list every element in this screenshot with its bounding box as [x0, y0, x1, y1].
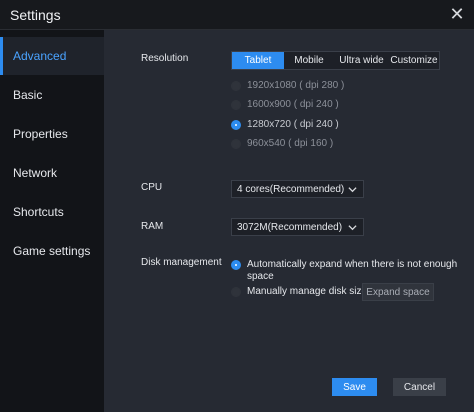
window-title: Settings [10, 7, 61, 23]
sidebar-item-shortcuts[interactable]: Shortcuts [0, 193, 104, 231]
disk-auto-expand-line2: space [247, 271, 274, 282]
ram-label: RAM [141, 221, 164, 232]
resolution-option-1280x720[interactable]: 1280x720 ( dpi 240 ) [231, 119, 339, 130]
resolution-option-960x540[interactable]: 960x540 ( dpi 160 ) [231, 138, 333, 149]
sidebar-item-basic[interactable]: Basic [0, 76, 104, 114]
disk-auto-expand-option[interactable]: Automatically expand when there is not e… [231, 259, 457, 283]
sidebar-item-label: Shortcuts [13, 205, 64, 219]
sidebar-item-game-settings[interactable]: Game settings [0, 232, 104, 270]
sidebar-item-label: Game settings [13, 244, 91, 258]
sidebar: Advanced Basic Properties Network Shortc… [0, 30, 104, 412]
ram-value: 3072M(Recommended) [237, 221, 343, 233]
radio-button-selected[interactable] [231, 260, 241, 270]
sidebar-item-properties[interactable]: Properties [0, 115, 104, 153]
disk-manual-label: Manually manage disk size [247, 286, 368, 297]
radio-button-selected[interactable] [231, 119, 241, 130]
radio-button[interactable] [231, 80, 241, 91]
tab-customize[interactable]: Customize [389, 52, 439, 69]
sidebar-item-label: Properties [13, 127, 68, 141]
radio-button[interactable] [231, 99, 241, 110]
tab-ultra-wide[interactable]: Ultra wide [334, 52, 389, 69]
radio-button[interactable] [231, 138, 241, 149]
disk-manual-option[interactable]: Manually manage disk size [231, 286, 367, 297]
expand-space-button[interactable]: Expand space [362, 283, 434, 301]
ram-select[interactable]: 3072M(Recommended) [231, 218, 364, 236]
title-bar: Settings ✕ [0, 0, 474, 30]
sidebar-item-network[interactable]: Network [0, 154, 104, 192]
sidebar-item-label: Network [13, 166, 58, 180]
disk-auto-expand-label: Automatically expand when there is not e… [247, 259, 457, 283]
sidebar-item-label: Advanced [13, 49, 67, 63]
close-icon[interactable]: ✕ [446, 3, 468, 25]
resolution-option-label: 1280x720 ( dpi 240 ) [247, 119, 339, 130]
resolution-option-label: 1600x900 ( dpi 240 ) [247, 99, 339, 110]
resolution-option-label: 1920x1080 ( dpi 280 ) [247, 80, 345, 91]
sidebar-item-advanced[interactable]: Advanced [0, 37, 104, 75]
resolution-option-label: 960x540 ( dpi 160 ) [247, 138, 334, 149]
resolution-mode-tabs: Tablet Mobile Ultra wide Customize [231, 51, 440, 70]
cpu-value: 4 cores(Recommended) [237, 183, 345, 195]
resolution-label: Resolution [141, 53, 189, 64]
disk-auto-expand-line1: Automatically expand when there is not e… [247, 259, 458, 270]
disk-management-label: Disk management [141, 257, 222, 268]
cancel-button[interactable]: Cancel [393, 378, 446, 396]
chevron-down-icon [348, 187, 357, 193]
chevron-down-icon [348, 225, 357, 231]
tab-tablet[interactable]: Tablet [232, 52, 284, 69]
save-button[interactable]: Save [332, 378, 377, 396]
tab-mobile[interactable]: Mobile [284, 52, 334, 69]
radio-button[interactable] [231, 286, 241, 297]
cpu-select[interactable]: 4 cores(Recommended) [231, 180, 364, 198]
resolution-option-1920x1080[interactable]: 1920x1080 ( dpi 280 ) [231, 80, 344, 91]
sidebar-item-label: Basic [13, 88, 43, 102]
cpu-label: CPU [141, 182, 163, 193]
resolution-option-1600x900[interactable]: 1600x900 ( dpi 240 ) [231, 99, 339, 110]
settings-panel: Resolution Tablet Mobile Ultra wide Cust… [104, 30, 474, 412]
